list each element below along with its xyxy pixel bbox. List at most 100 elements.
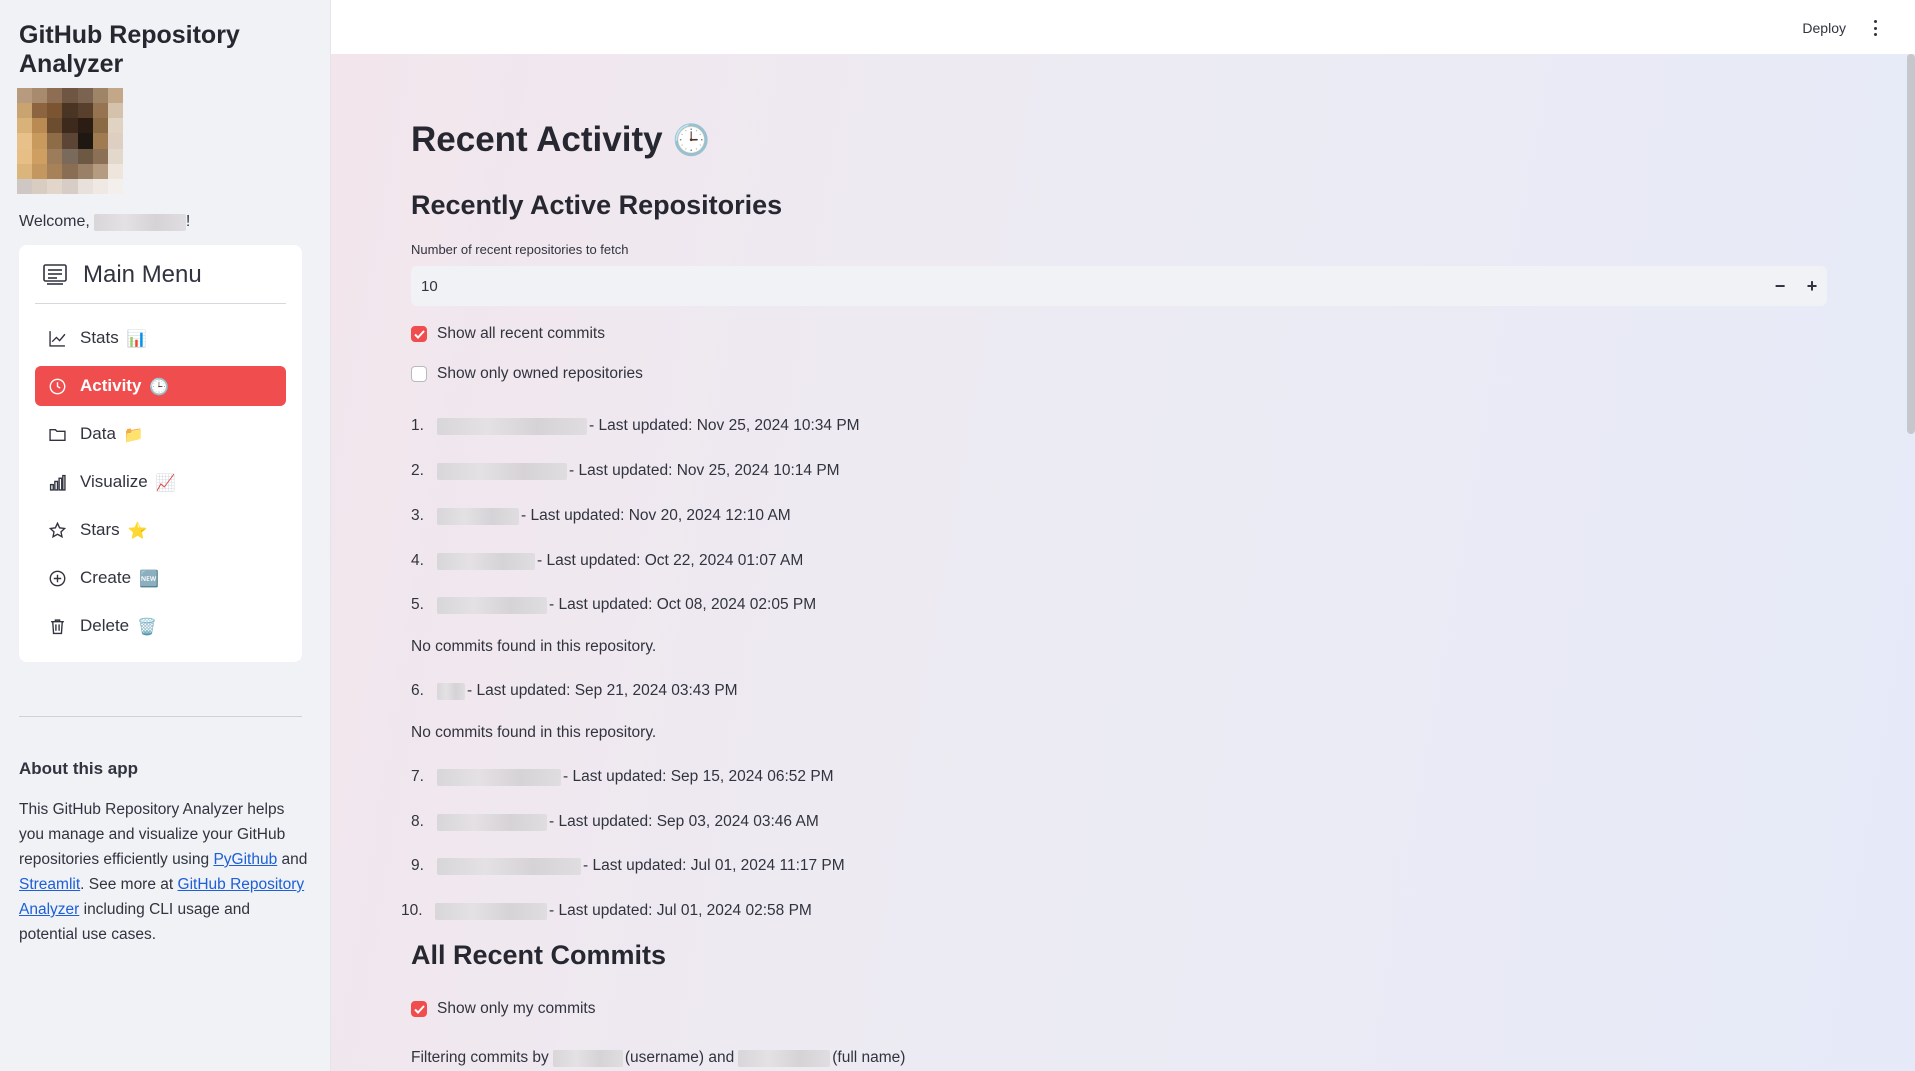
repo-last-updated: - Last updated: Oct 22, 2024 01:07 AM [537, 552, 804, 569]
filter-fullname-text: (full name) [832, 1049, 906, 1066]
repo-index: 6. [411, 682, 424, 699]
menu-items: Stats 📊 Activity 🕒 Data 📁 Visualize 📈 St [35, 318, 286, 646]
checkbox-checked-icon[interactable] [411, 326, 427, 342]
sidebar-divider [19, 716, 302, 717]
checkbox-label: Show all recent commits [437, 325, 605, 342]
repo-last-updated: - Last updated: Jul 01, 2024 02:58 PM [549, 902, 812, 919]
menu-item-label: Visualize [80, 472, 148, 491]
star-emoji-icon: ⭐ [127, 520, 148, 540]
repo-last-updated: - Last updated: Jul 01, 2024 11:17 PM [583, 857, 845, 874]
redacted-repo-name[interactable] [437, 682, 465, 700]
decrement-button[interactable]: − [1771, 276, 1789, 297]
repo-last-updated: - Last updated: Sep 15, 2024 06:52 PM [563, 768, 834, 785]
main-menu-title: Main Menu [83, 261, 202, 288]
clock-icon [49, 378, 66, 394]
redacted-username [93, 213, 186, 231]
checkbox-label: Show only my commits [437, 1000, 596, 1017]
redacted-repo-name[interactable] [435, 902, 547, 920]
menu-item-create[interactable]: Create 🆕 [35, 558, 286, 598]
star-icon [49, 521, 66, 538]
top-bar: Deploy [331, 0, 1915, 54]
repo-last-updated: - Last updated: Nov 20, 2024 12:10 AM [521, 507, 791, 524]
bar-chart-icon [49, 474, 66, 491]
redacted-repo-name[interactable] [437, 507, 519, 525]
repo-index: 5. [411, 596, 424, 613]
menu-item-label: Stars [80, 520, 120, 539]
repo-list-item: 1. - Last updated: Nov 25, 2024 10:34 PM [411, 417, 860, 435]
menu-item-label: Delete [80, 616, 130, 635]
about-title: About this app [19, 759, 138, 778]
streamlit-link[interactable]: Streamlit [19, 876, 80, 893]
pygithub-link[interactable]: PyGithub [213, 851, 277, 868]
chart-up-emoji-icon: 📈 [155, 472, 176, 492]
show-my-commits-checkbox[interactable]: Show only my commits [411, 1000, 595, 1018]
checkbox-unchecked-icon[interactable] [411, 366, 427, 382]
welcome-text: Welcome, ! [19, 213, 330, 231]
repo-list-item: 5. - Last updated: Oct 08, 2024 02:05 PM [411, 596, 816, 614]
repo-index: 9. [411, 857, 424, 874]
section-recently-active: Recently Active Repositories [411, 190, 783, 220]
increment-button[interactable]: + [1803, 276, 1821, 297]
app-title: GitHub Repository Analyzer [19, 21, 240, 78]
avatar [17, 88, 123, 194]
repo-index: 1. [411, 417, 424, 434]
page-title-text: Recent Activity [411, 120, 663, 159]
menu-item-stats[interactable]: Stats 📊 [35, 318, 286, 358]
repo-count-input[interactable]: 10 − + [411, 266, 1827, 306]
menu-item-label: Create [80, 568, 132, 587]
show-all-commits-checkbox[interactable]: Show all recent commits [411, 325, 605, 343]
redacted-repo-name[interactable] [437, 857, 581, 875]
deploy-button[interactable]: Deploy [1802, 20, 1846, 36]
redacted-repo-name[interactable] [437, 417, 587, 435]
repo-list-item: 7. - Last updated: Sep 15, 2024 06:52 PM [411, 768, 834, 786]
filter-username-text: (username) and [624, 1049, 735, 1066]
redacted-repo-name[interactable] [437, 552, 535, 570]
menu-item-visualize[interactable]: Visualize 📈 [35, 462, 286, 502]
repo-list-item: 8. - Last updated: Sep 03, 2024 03:46 AM [411, 813, 819, 831]
about-text: This GitHub Repository Analyzer helps yo… [19, 797, 309, 947]
menu-item-data[interactable]: Data 📁 [35, 414, 286, 454]
folder-emoji-icon: 📁 [123, 424, 144, 444]
menu-item-delete[interactable]: Delete 🗑️ [35, 606, 286, 646]
menu-item-label: Data [80, 424, 116, 443]
repo-index: 4. [411, 552, 424, 569]
no-commits-message: No commits found in this repository. [411, 638, 657, 655]
repo-list-item: 9. - Last updated: Jul 01, 2024 11:17 PM [411, 857, 845, 875]
repo-index: 2. [411, 462, 424, 479]
redacted-repo-name[interactable] [437, 813, 547, 831]
repo-list-item: 2. - Last updated: Nov 25, 2024 10:14 PM [411, 462, 840, 480]
repo-last-updated: - Last updated: Oct 08, 2024 02:05 PM [549, 596, 817, 613]
repo-last-updated: - Last updated: Sep 03, 2024 03:46 AM [549, 813, 819, 830]
repo-last-updated: - Last updated: Nov 25, 2024 10:14 PM [569, 462, 840, 479]
welcome-suffix: ! [185, 213, 191, 230]
scrollbar[interactable] [1907, 54, 1915, 434]
menu-item-activity[interactable]: Activity 🕒 [35, 366, 286, 406]
repo-index: 3. [411, 507, 424, 524]
show-owned-repos-checkbox[interactable]: Show only owned repositories [411, 365, 643, 383]
menu-item-label: Stats [80, 328, 119, 347]
more-options-icon[interactable] [1872, 20, 1878, 36]
plus-circle-icon [49, 570, 66, 586]
about-text-part: and [277, 851, 308, 868]
main-menu-header: Main Menu [35, 261, 286, 304]
main-area: Deploy Recent Activity 🕒 Recently Active… [331, 0, 1915, 1071]
line-chart-icon [49, 330, 66, 347]
redacted-repo-name[interactable] [437, 462, 567, 480]
no-commits-message: No commits found in this repository. [411, 724, 657, 741]
repo-last-updated: - Last updated: Sep 21, 2024 03:43 PM [467, 682, 738, 699]
redacted-repo-name[interactable] [437, 768, 561, 786]
menu-item-label: Activity [80, 376, 142, 395]
repo-last-updated: - Last updated: Nov 25, 2024 10:34 PM [589, 417, 860, 434]
redacted-username [552, 1049, 623, 1067]
redacted-full-name [738, 1049, 831, 1067]
redacted-repo-name[interactable] [437, 596, 547, 614]
filter-text: Filtering commits by (username) and (ful… [411, 1049, 905, 1067]
wastebasket-emoji-icon: 🗑️ [137, 616, 158, 636]
sidebar: GitHub Repository Analyzer Welcome, ! Ma… [0, 0, 331, 1071]
repo-count-value[interactable]: 10 [421, 278, 438, 295]
repo-list-item: 10. - Last updated: Jul 01, 2024 02:58 PM [401, 902, 812, 920]
checkbox-label: Show only owned repositories [437, 365, 643, 382]
repo-count-label: Number of recent repositories to fetch [411, 242, 629, 257]
checkbox-checked-icon[interactable] [411, 1001, 427, 1017]
menu-item-stars[interactable]: Stars ⭐ [35, 510, 286, 550]
